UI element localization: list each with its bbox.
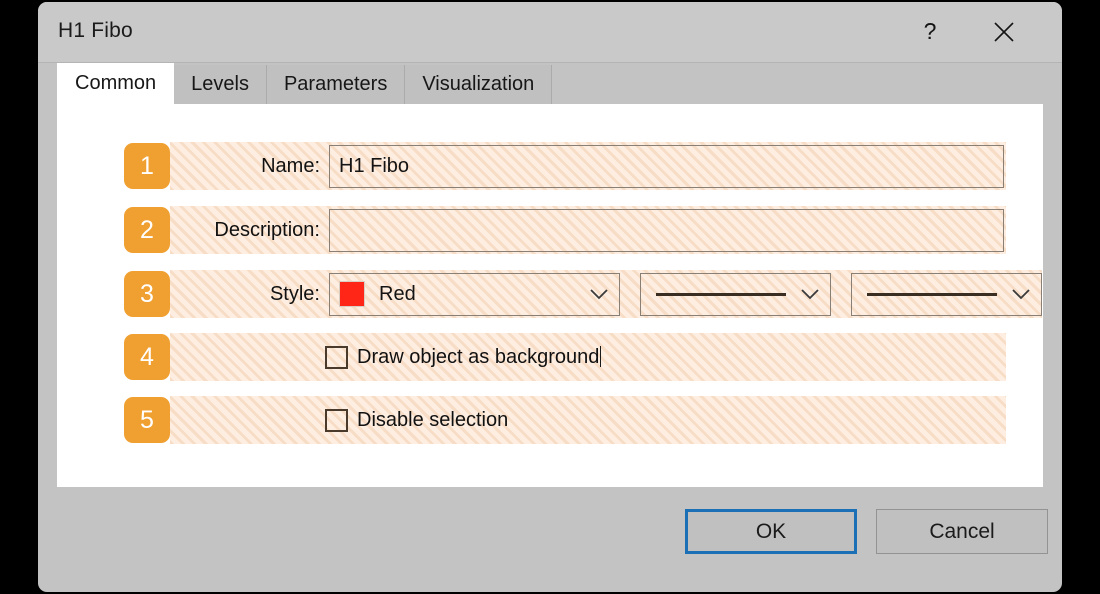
title-bar: H1 Fibo ? — [38, 2, 1062, 63]
question-mark-icon: ? — [923, 18, 937, 44]
close-icon — [994, 21, 1014, 42]
form-row-style: 3 Style: Red — [124, 270, 1042, 318]
tab-parameters[interactable]: Parameters — [265, 65, 406, 104]
form-row-draw-as-background: 4 Draw object as background — [124, 333, 1006, 381]
highlight-band-style: Style: Red — [170, 270, 1042, 318]
help-button[interactable]: ? — [902, 2, 958, 61]
disable-selection-checkbox[interactable] — [325, 408, 348, 432]
step-badge-1: 1 — [124, 143, 170, 189]
color-dropdown[interactable]: Red — [329, 272, 620, 316]
step-badge-5: 5 — [124, 397, 170, 443]
ok-button[interactable]: OK — [685, 509, 857, 554]
description-input[interactable] — [329, 208, 1004, 252]
draw-as-background-label: Draw object as background — [357, 345, 602, 368]
form-row-description: 2 Description: — [124, 206, 1006, 254]
cancel-button[interactable]: Cancel — [876, 509, 1048, 554]
line-style-dropdown[interactable] — [851, 272, 1042, 316]
name-input[interactable]: H1 Fibo — [329, 144, 1004, 188]
dialog-footer: OK Cancel — [38, 487, 1062, 592]
style-label: Style: — [269, 282, 320, 305]
form-row-name: 1 Name: H1 Fibo — [124, 142, 1006, 190]
disable-selection-row[interactable]: Disable selection — [325, 408, 509, 432]
highlight-band-name: Name: H1 Fibo — [170, 142, 1006, 190]
line-width-dropdown[interactable] — [640, 272, 831, 316]
form-row-disable-selection: 5 Disable selection — [124, 396, 1006, 444]
tab-levels[interactable]: Levels — [173, 65, 267, 104]
highlight-band-draw-as-background: Draw object as background — [170, 333, 1006, 381]
properties-dialog: H1 Fibo ? Common Levels Parameters Visua… — [38, 2, 1062, 592]
text-caret — [600, 345, 602, 367]
step-badge-3: 3 — [124, 271, 170, 317]
common-tab-panel: 1 Name: H1 Fibo 2 Description: 3 Style: — [57, 104, 1043, 487]
color-name-label: Red — [379, 282, 416, 305]
description-label: Description: — [214, 218, 320, 241]
tab-common[interactable]: Common — [57, 63, 175, 104]
highlight-band-disable-selection: Disable selection — [170, 396, 1006, 444]
chevron-down-icon — [801, 289, 819, 300]
draw-as-background-row[interactable]: Draw object as background — [325, 345, 602, 369]
step-badge-2: 2 — [124, 207, 170, 253]
name-label: Name: — [261, 154, 320, 177]
solid-line-icon — [867, 292, 997, 296]
disable-selection-label: Disable selection — [357, 408, 509, 431]
highlight-band-description: Description: — [170, 206, 1006, 254]
draw-as-background-checkbox[interactable] — [325, 345, 348, 369]
tab-visualization[interactable]: Visualization — [404, 65, 553, 104]
color-swatch-icon — [339, 281, 365, 307]
tab-strip: Common Levels Parameters Visualization — [38, 63, 1062, 104]
step-badge-4: 4 — [124, 334, 170, 380]
chevron-down-icon — [590, 289, 608, 300]
chevron-down-icon — [1012, 289, 1030, 300]
window-title: H1 Fibo — [58, 19, 133, 42]
screen-backdrop: H1 Fibo ? Common Levels Parameters Visua… — [0, 0, 1100, 594]
solid-line-icon — [656, 292, 786, 296]
close-button[interactable] — [976, 2, 1032, 61]
